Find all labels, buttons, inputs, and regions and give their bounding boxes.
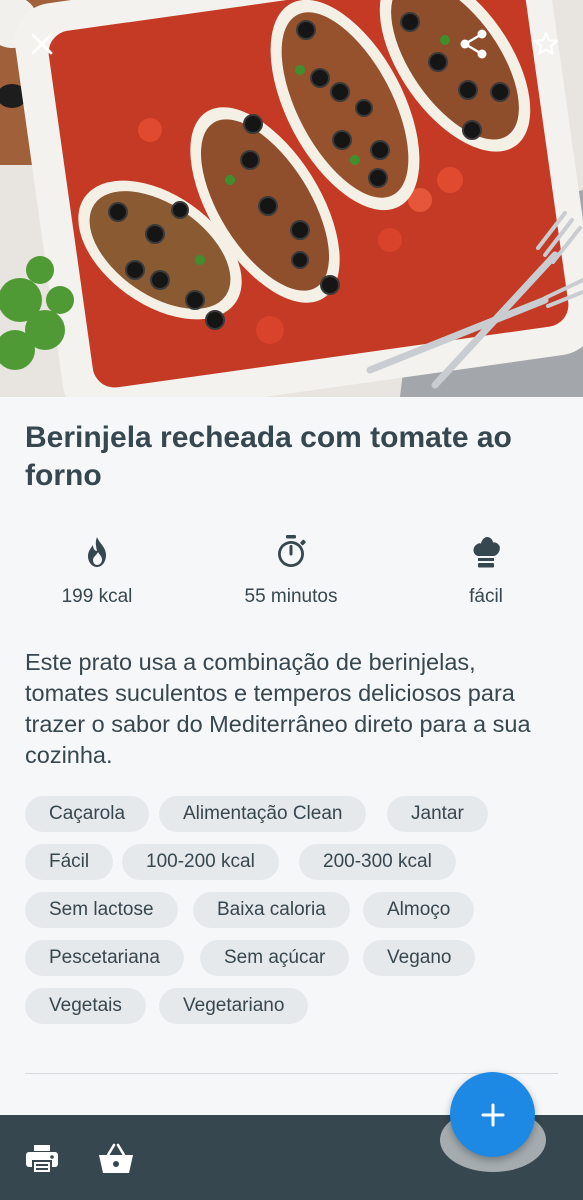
chef-hat-icon [473, 537, 500, 568]
recipe-description: Este prato usa a combinação de berinjela… [25, 649, 531, 768]
basket-icon [99, 1143, 133, 1173]
tag-chip[interactable]: Jantar [387, 796, 488, 832]
share-button[interactable] [452, 22, 496, 66]
tag-chip[interactable]: Sem lactose [25, 892, 178, 928]
stopwatch-icon [278, 535, 306, 567]
time-stat: 55 minutos [211, 534, 371, 608]
difficulty-stat: fácil [406, 534, 566, 608]
star-outline-icon [534, 32, 558, 55]
tag-chip[interactable]: Alimentação Clean [159, 796, 367, 832]
recipe-photo [0, 0, 583, 397]
tag-chip[interactable]: Baixa caloria [193, 892, 350, 928]
tag-chip[interactable]: Vegetariano [159, 988, 309, 1024]
tag-chip[interactable]: Pescetariana [25, 940, 184, 976]
time-label: 55 minutos [244, 586, 338, 607]
difficulty-label: fácil [469, 586, 503, 607]
tag-chip[interactable]: Vegetais [25, 988, 146, 1024]
print-icon [26, 1145, 58, 1174]
calories-label: 199 kcal [61, 586, 133, 607]
plus-icon [481, 1103, 504, 1126]
share-icon [460, 29, 487, 59]
print-button[interactable] [22, 1139, 62, 1179]
close-button[interactable] [20, 22, 64, 66]
tag-chip[interactable]: 200-300 kcal [299, 844, 456, 880]
close-icon [31, 33, 53, 55]
shopping-list-button[interactable] [96, 1139, 136, 1179]
tag-chip[interactable]: Vegano [363, 940, 476, 976]
favorite-button[interactable] [524, 22, 568, 66]
tag-chip[interactable]: Caçarola [25, 796, 150, 832]
recipe-stats: 199 kcal 55 minutos fácil [0, 534, 583, 614]
tag-chip[interactable]: 100-200 kcal [122, 844, 279, 880]
flame-icon [88, 537, 106, 567]
recipe-title: Berinjela recheada com tomate ao forno [25, 421, 512, 492]
tag-chip[interactable]: Almoço [363, 892, 475, 928]
calories-stat: 199 kcal [17, 534, 177, 608]
tag-chip[interactable]: Fácil [25, 844, 114, 880]
tag-chip[interactable]: Sem açúcar [200, 940, 350, 976]
add-button[interactable] [450, 1072, 535, 1157]
